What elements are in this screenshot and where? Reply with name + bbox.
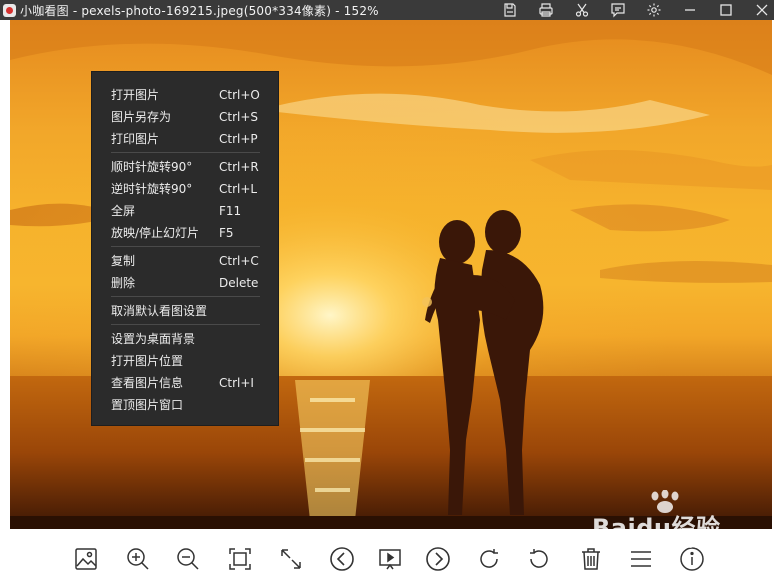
menu-item-shortcut: Ctrl+C xyxy=(219,254,259,268)
menu-item-shortcut: Ctrl+L xyxy=(219,182,258,196)
menu-item-shortcut: Ctrl+S xyxy=(219,110,259,124)
menu-item-rotate-counterclockwise[interactable]: 逆时针旋转90° Ctrl+L xyxy=(92,178,278,200)
menu-item-label: 查看图片信息 xyxy=(111,376,184,390)
slideshow-icon[interactable] xyxy=(375,544,405,572)
gear-icon[interactable] xyxy=(642,0,666,20)
menu-item-label: 全屏 xyxy=(111,204,136,218)
previous-icon[interactable] xyxy=(327,544,357,572)
scissors-icon[interactable] xyxy=(570,0,594,20)
rotate-counterclockwise-icon[interactable] xyxy=(524,544,554,572)
menu-item-shortcut: Delete xyxy=(219,276,259,290)
menu-item-shortcut: Ctrl+R xyxy=(219,160,259,174)
minimize-icon[interactable] xyxy=(678,0,702,20)
image-icon[interactable] xyxy=(71,544,101,572)
menu-item-shortcut: Ctrl+I xyxy=(219,376,254,390)
menu-item-label: 顺时针旋转90° xyxy=(111,160,193,174)
menu-item-slideshow[interactable]: 放映/停止幻灯片 F5 xyxy=(92,222,278,244)
context-menu: 打开图片 Ctrl+O 图片另存为 Ctrl+S 打印图片 Ctrl+P 顺时针… xyxy=(91,71,279,426)
menu-item-cancel-default-viewer[interactable]: 取消默认看图设置 xyxy=(92,300,278,322)
menu-item-shortcut: F11 xyxy=(219,204,242,218)
title-bar: 小咖看图 - pexels-photo-169215.jpeg(500*334像… xyxy=(0,0,774,20)
save-icon[interactable] xyxy=(498,0,522,20)
menu-separator xyxy=(111,296,260,297)
menu-item-image-info[interactable]: 查看图片信息 Ctrl+I xyxy=(92,372,278,394)
menu-item-pin-window[interactable]: 置顶图片窗口 xyxy=(92,394,278,416)
actual-size-icon[interactable] xyxy=(225,544,255,572)
menu-item-rotate-clockwise[interactable]: 顺时针旋转90° Ctrl+R xyxy=(92,156,278,178)
menu-item-shortcut: Ctrl+P xyxy=(219,132,258,146)
menu-item-label: 放映/停止幻灯片 xyxy=(111,226,200,240)
menu-item-shortcut: Ctrl+O xyxy=(219,88,260,102)
app-logo-icon xyxy=(3,3,16,17)
menu-item-label: 删除 xyxy=(111,276,136,290)
menu-item-save-as[interactable]: 图片另存为 Ctrl+S xyxy=(92,106,278,128)
menu-separator xyxy=(111,152,260,153)
bottom-toolbar xyxy=(0,530,774,572)
fit-window-icon[interactable] xyxy=(276,544,306,572)
menu-item-label: 设置为桌面背景 xyxy=(111,332,196,346)
menu-item-set-wallpaper[interactable]: 设置为桌面背景 xyxy=(92,328,278,350)
zoom-in-icon[interactable] xyxy=(123,544,153,572)
menu-item-label: 打开图片 xyxy=(111,88,160,102)
zoom-out-icon[interactable] xyxy=(173,544,203,572)
menu-item-fullscreen[interactable]: 全屏 F11 xyxy=(92,200,278,222)
menu-item-label: 图片另存为 xyxy=(111,110,172,124)
menu-item-delete[interactable]: 删除 Delete xyxy=(92,272,278,294)
menu-item-label: 复制 xyxy=(111,254,136,268)
feedback-icon[interactable] xyxy=(606,0,630,20)
menu-icon[interactable] xyxy=(626,544,656,572)
menu-item-print[interactable]: 打印图片 Ctrl+P xyxy=(92,128,278,150)
title-bar-actions xyxy=(498,0,774,20)
menu-separator xyxy=(111,246,260,247)
menu-item-label: 打印图片 xyxy=(111,132,160,146)
menu-item-label: 打开图片位置 xyxy=(111,354,184,368)
menu-separator xyxy=(111,324,260,325)
menu-item-copy[interactable]: 复制 Ctrl+C xyxy=(92,250,278,272)
print-icon[interactable] xyxy=(534,0,558,20)
trash-icon[interactable] xyxy=(576,544,606,572)
menu-item-open-location[interactable]: 打开图片位置 xyxy=(92,350,278,372)
menu-item-label: 置顶图片窗口 xyxy=(111,398,184,412)
maximize-icon[interactable] xyxy=(714,0,738,20)
window-title: 小咖看图 - pexels-photo-169215.jpeg(500*334像… xyxy=(20,3,379,18)
info-icon[interactable] xyxy=(677,544,707,572)
close-icon[interactable] xyxy=(750,0,774,20)
menu-item-label: 逆时针旋转90° xyxy=(111,182,193,196)
menu-item-label: 取消默认看图设置 xyxy=(111,304,208,318)
menu-item-shortcut: F5 xyxy=(219,226,234,240)
menu-item-open-image[interactable]: 打开图片 Ctrl+O xyxy=(92,84,278,106)
rotate-clockwise-icon[interactable] xyxy=(474,544,504,572)
next-icon[interactable] xyxy=(423,544,453,572)
